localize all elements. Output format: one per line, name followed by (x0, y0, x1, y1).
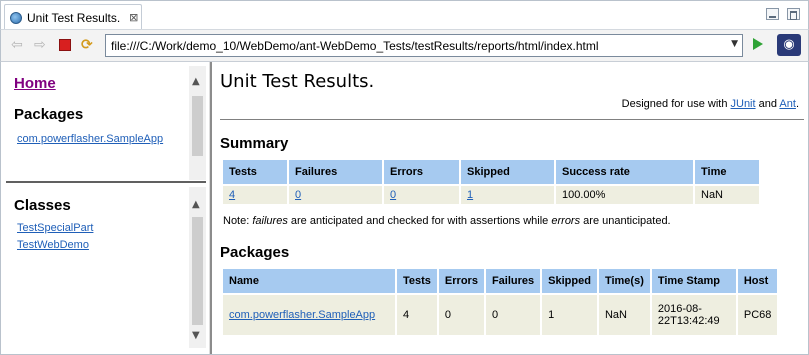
errors-count-link[interactable]: 0 (390, 189, 396, 201)
editor-tab-bar: Unit Test Results. ⊠ (0, 0, 809, 30)
frame-divider-vertical[interactable] (209, 62, 212, 354)
success-rate-value: 100.00% (556, 186, 693, 204)
scroll-thumb[interactable] (192, 217, 203, 325)
scroll-thumb[interactable] (192, 96, 203, 156)
column-header-tests: Tests (223, 160, 287, 184)
note-middle: are anticipated and checked for with ass… (287, 215, 552, 227)
browser-content: Home Packages com.powerflasher.SampleApp… (0, 61, 809, 355)
column-header-errors: Errors (384, 160, 459, 184)
globe-icon (10, 11, 22, 24)
column-header-success-rate: Success rate (556, 160, 693, 184)
classes-heading: Classes (14, 197, 71, 214)
refresh-icon[interactable]: ⟳ (81, 38, 95, 52)
window-controls (766, 8, 800, 20)
package-skipped: 1 (542, 295, 597, 335)
scroll-down-icon[interactable]: ▼ (192, 330, 200, 341)
packages-section-heading: Packages (220, 244, 290, 261)
scroll-up-icon[interactable]: ▲ (192, 199, 200, 210)
class-link-testwebdemo[interactable]: TestWebDemo (17, 239, 89, 251)
url-history-dropdown-icon[interactable]: ▼ (731, 39, 738, 49)
table-row: com.powerflasher.SampleApp 4 0 0 1 NaN 2… (223, 295, 778, 335)
classes-frame: Classes TestSpecialPart TestWebDemo ▲ ▼ (6, 187, 206, 348)
close-tab-icon[interactable]: ⊠ (129, 11, 138, 24)
package-timestamp: 2016-08-22T13:42:49 (651, 295, 736, 335)
designed-for-note: Designed for use with JUnit and Ant. (622, 98, 799, 110)
package-errors: 0 (438, 295, 484, 335)
column-header-tests: Tests (397, 269, 437, 293)
summary-table: Tests Failures Errors Skipped Success ra… (221, 158, 761, 206)
tab-unit-test-results[interactable]: Unit Test Results. ⊠ (4, 4, 142, 30)
column-header-host: Host (737, 269, 778, 293)
overview-frame: Home Packages com.powerflasher.SampleApp… (6, 66, 206, 180)
back-arrow-icon[interactable]: ⇦ (11, 38, 25, 52)
classes-scrollbar[interactable]: ▲ ▼ (189, 187, 206, 348)
packages-table: Name Tests Errors Failures Skipped Time(… (221, 267, 779, 337)
packages-heading: Packages (14, 106, 84, 123)
page-title: Unit Test Results. (220, 71, 375, 92)
package-time: NaN (598, 295, 650, 335)
summary-heading: Summary (220, 135, 289, 152)
column-header-skipped: Skipped (461, 160, 554, 184)
column-header-skipped: Skipped (542, 269, 597, 293)
package-host: PC68 (737, 295, 778, 335)
package-link[interactable]: com.powerflasher.SampleApp (17, 133, 163, 145)
scroll-up-icon[interactable]: ▲ (192, 76, 200, 87)
ant-link[interactable]: Ant (779, 98, 796, 110)
frame-divider-horizontal[interactable] (6, 181, 206, 183)
url-input[interactable] (111, 38, 711, 53)
main-frame: Unit Test Results. Designed for use with… (215, 62, 805, 354)
column-header-time-s: Time(s) (598, 269, 650, 293)
failures-count-link[interactable]: 0 (295, 189, 301, 201)
package-failures: 0 (485, 295, 541, 335)
column-header-time: Time (695, 160, 759, 184)
go-icon[interactable] (753, 38, 763, 50)
browser-toolbar: ⇦ ⇨ ⟳ ▼ ◉ (0, 29, 809, 61)
note-suffix: are unanticipated. (580, 215, 671, 227)
note-errors: errors (551, 215, 581, 227)
summary-row: 4 0 0 1 100.00% NaN (223, 186, 759, 204)
note-prefix: Note: (223, 215, 253, 227)
and-text: and (755, 98, 780, 110)
note-failures: failures (252, 215, 288, 227)
designed-prefix: Designed for use with (621, 98, 731, 110)
column-header-time-stamp: Time Stamp (651, 269, 736, 293)
junit-link[interactable]: JUnit (731, 98, 756, 110)
column-header-failures: Failures (485, 269, 541, 293)
minimize-button[interactable] (766, 8, 779, 20)
column-header-errors: Errors (438, 269, 484, 293)
maximize-button[interactable] (787, 8, 800, 20)
time-value: NaN (695, 186, 759, 204)
address-bar[interactable]: ▼ (105, 34, 743, 57)
package-name-link[interactable]: com.powerflasher.SampleApp (229, 309, 375, 321)
forward-arrow-icon[interactable]: ⇨ (34, 38, 48, 52)
package-tests: 4 (397, 295, 437, 335)
tests-count-link[interactable]: 4 (229, 189, 235, 201)
tab-title: Unit Test Results. (27, 10, 121, 25)
stop-icon[interactable] (59, 39, 71, 51)
eclipse-browser-icon[interactable]: ◉ (777, 34, 801, 56)
header-divider (220, 119, 804, 120)
class-link-testspecialpart[interactable]: TestSpecialPart (17, 222, 93, 234)
skipped-count-link[interactable]: 1 (467, 189, 473, 201)
overview-scrollbar[interactable]: ▲ (189, 66, 206, 180)
summary-header-row: Tests Failures Errors Skipped Success ra… (223, 160, 759, 184)
home-link[interactable]: Home (14, 75, 56, 92)
period-text: . (795, 98, 799, 110)
column-header-name: Name (223, 269, 395, 293)
note-text: Note: failures are anticipated and check… (223, 215, 671, 227)
column-header-failures: Failures (289, 160, 382, 184)
packages-header-row: Name Tests Errors Failures Skipped Time(… (223, 269, 778, 293)
